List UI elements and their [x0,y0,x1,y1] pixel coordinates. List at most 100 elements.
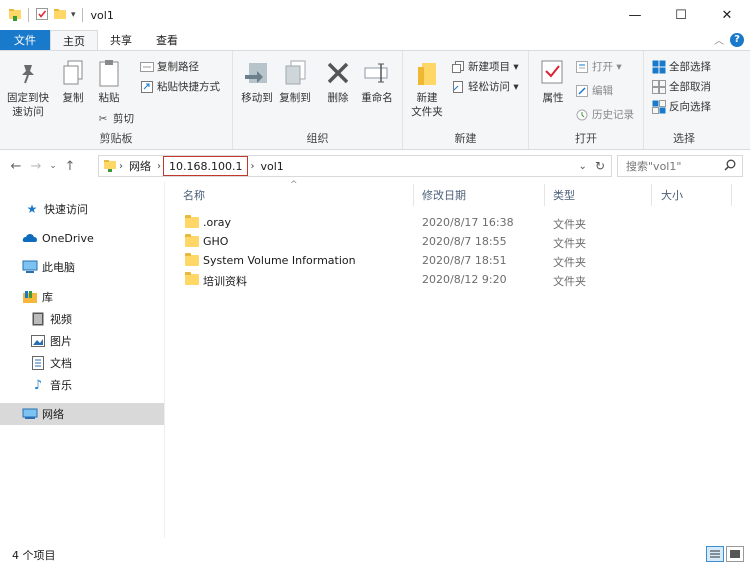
invert-selection-label: 反向选择 [669,101,711,113]
tab-view[interactable]: 查看 [144,30,190,50]
folder-icon [185,234,199,247]
forward-arrow-icon[interactable]: → [26,159,46,174]
column-divider[interactable] [651,184,652,206]
up-arrow-icon[interactable]: ↑ [60,159,80,174]
new-folder-icon[interactable] [53,7,67,24]
sidebar-item-quick-access[interactable]: ★ 快速访问 [0,198,164,220]
sidebar-item-videos[interactable]: 视频 [0,308,164,330]
edit-button[interactable]: 编辑 [575,83,613,98]
customize-toolbar-icon[interactable]: ▾ [71,10,76,20]
library-icon [22,289,38,305]
recent-locations-icon[interactable]: ⌄ [46,161,60,171]
navigation-row: ← → ⌄ ↑ › 网络 › 10.168.100.1 › vol1 ⌄ ↻ 搜… [0,152,750,180]
file-explorer-window: ▾ vol1 — ☐ ✕ 文件 主页 共享 查看 ︿ ? 固定到快 速访问 复制… [0,0,750,566]
properties-button[interactable]: 属性 [535,57,571,105]
new-item-button[interactable]: 新建项目 ▾ [451,59,519,74]
breadcrumb-separator-icon: › [157,160,161,172]
address-bar[interactable]: › 网络 › 10.168.100.1 › vol1 ⌄ ↻ [98,155,612,177]
cut-label: 剪切 [113,113,134,125]
search-input[interactable]: 搜索"vol1" [617,155,743,177]
copy-to-button[interactable]: 复制到 [277,57,313,105]
file-date: 2020/8/7 18:51 [422,254,507,267]
refresh-icon[interactable]: ↻ [595,159,605,173]
table-row[interactable]: .oray 2020/8/17 16:38 文件夹 [167,214,750,233]
invert-selection-button[interactable]: 反向选择 [652,99,711,114]
close-button[interactable]: ✕ [704,0,750,30]
rename-button[interactable]: 重命名 [359,57,395,105]
sidebar-item-music[interactable]: ♪ 音乐 [0,374,164,396]
sidebar-item-libraries[interactable]: 库 [0,286,164,308]
breadcrumb-network[interactable]: 网络 [125,156,155,176]
copy-path-button[interactable]: 复制路径 [140,59,199,74]
paste-shortcut-button[interactable]: 粘贴快捷方式 [140,79,220,94]
back-arrow-icon[interactable]: ← [6,159,26,174]
cut-button[interactable]: ✂ 剪切 [96,111,134,126]
select-all-button[interactable]: 全部选择 [652,59,711,74]
tab-share[interactable]: 共享 [98,30,144,50]
column-divider[interactable] [413,184,414,206]
paste-button[interactable]: 粘贴 [94,57,124,105]
collapse-ribbon-icon[interactable]: ︿ [714,32,724,47]
toolbar-divider [81,8,83,22]
sidebar-item-label: 图片 [50,335,72,348]
column-divider[interactable] [544,184,545,206]
breadcrumb-host[interactable]: 10.168.100.1 [163,156,249,176]
column-header-date[interactable]: 修改日期 [422,182,466,208]
item-count: 4 个项目 [12,549,56,562]
open-label: 打开 ▾ [592,61,622,73]
new-folder-button[interactable]: 新建 文件夹 [409,57,445,119]
move-to-button[interactable]: 移动到 [239,57,275,105]
column-header-type[interactable]: 类型 [553,182,575,208]
pin-quick-access-button[interactable]: 固定到快 速访问 [6,57,50,119]
organize-group: 移动到 复制到 删除 重命名 组织 [233,51,403,149]
file-type: 文件夹 [553,256,586,269]
network-folder-icon [103,158,117,175]
file-name: System Volume Information [203,254,356,267]
column-header-size[interactable]: 大小 [661,182,683,208]
open-group: 属性 打开 ▾ 编辑 历史记录 打开 [529,51,644,149]
file-name: 培训资料 [203,275,247,288]
sidebar-item-label: 视频 [50,313,72,326]
copy-button[interactable]: 复制 [58,57,88,105]
sidebar-item-this-pc[interactable]: 此电脑 [0,256,164,278]
large-icons-view-icon[interactable] [726,546,744,562]
properties-check-icon[interactable] [35,7,49,24]
table-row[interactable]: 培训资料 2020/8/12 9:20 文件夹 [167,271,750,290]
folder-icon [185,272,199,285]
ribbon: 固定到快 速访问 复制 粘贴 复制路径 粘贴快捷方式 ✂ 剪切 剪贴板 移动到 … [0,50,750,150]
sidebar-item-onedrive[interactable]: OneDrive [0,227,164,249]
breadcrumb-share[interactable]: vol1 [256,156,287,176]
open-group-label: 打开 [575,132,597,145]
sidebar-item-pictures[interactable]: 图片 [0,330,164,352]
edit-label: 编辑 [592,85,613,97]
sidebar-item-network[interactable]: 网络 [0,403,164,425]
cloud-icon [22,230,38,246]
table-row[interactable]: GHO 2020/8/7 18:55 文件夹 [167,233,750,252]
new-item-label: 新建项目 ▾ [468,61,519,73]
sidebar-item-documents[interactable]: 文档 [0,352,164,374]
column-divider[interactable] [731,184,732,206]
select-none-button[interactable]: 全部取消 [652,79,711,94]
file-type: 文件夹 [553,237,586,250]
edit-icon [575,84,589,98]
open-button[interactable]: 打开 ▾ [575,59,622,74]
file-name: GHO [203,235,229,248]
column-header-name[interactable]: 名称 [183,182,205,208]
tab-file[interactable]: 文件 [0,30,50,50]
delete-button[interactable]: 删除 [323,57,353,105]
maximize-button[interactable]: ☐ [658,0,704,30]
minimize-button[interactable]: — [612,0,658,30]
network-icon [22,406,38,422]
paste-shortcut-label: 粘贴快捷方式 [157,81,220,93]
details-view-icon[interactable] [706,546,724,562]
history-label: 历史记录 [592,109,634,121]
copy-path-label: 复制路径 [157,61,199,73]
address-dropdown-icon[interactable]: ⌄ [579,161,587,172]
tab-home[interactable]: 主页 [50,30,98,50]
help-icon[interactable]: ? [730,32,744,47]
table-row[interactable]: System Volume Information 2020/8/7 18:51… [167,252,750,271]
history-button[interactable]: 历史记录 [575,107,634,122]
music-note-icon: ♪ [33,377,43,393]
easy-access-button[interactable]: 轻松访问 ▾ [451,79,519,94]
select-all-icon [652,60,666,74]
